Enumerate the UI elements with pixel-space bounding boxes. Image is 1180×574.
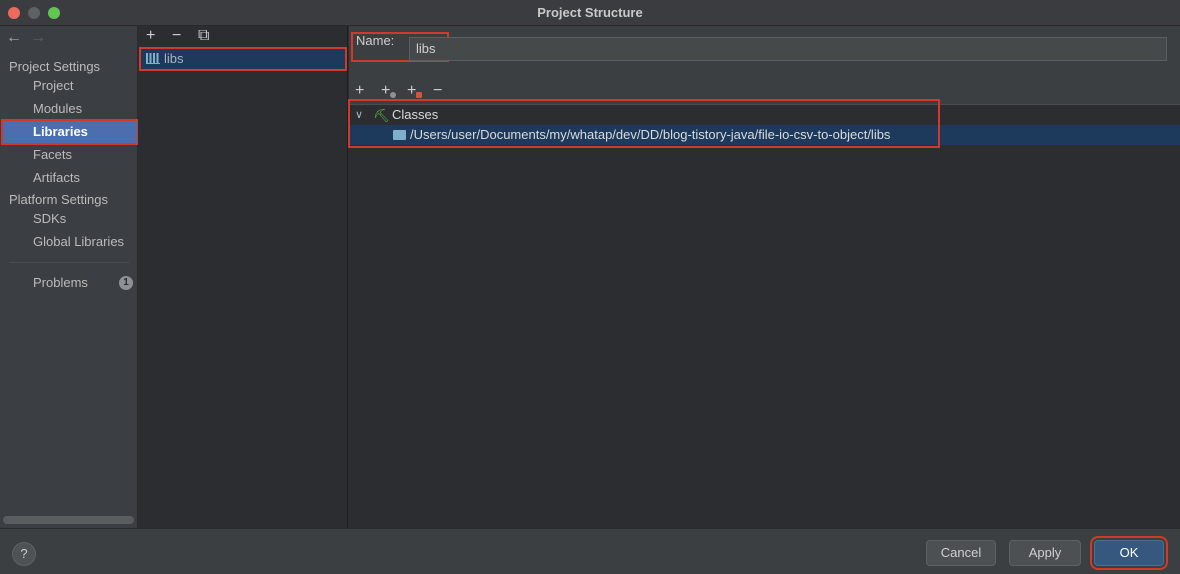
remove-root-icon[interactable]: − [433, 82, 459, 100]
cancel-button[interactable]: Cancel [926, 540, 996, 566]
sidebar: ← → Project Settings Project Modules Libr… [0, 26, 139, 528]
sidebar-scrollbar[interactable] [3, 516, 134, 524]
library-item-label: libs [164, 51, 184, 66]
copy-library-icon[interactable]: ⧉ [198, 27, 224, 45]
name-label: Name: [356, 33, 395, 48]
libraries-panel: + − ⧉ libs [138, 26, 348, 528]
classes-highlight [348, 99, 940, 148]
sidebar-divider [9, 262, 129, 263]
dialog-button-bar: ? Cancel Apply OK [0, 528, 1180, 574]
project-settings-header: Project Settings [9, 59, 101, 74]
name-field[interactable]: libs [409, 37, 1167, 61]
library-icon [146, 53, 160, 64]
add-jar-icon[interactable]: + [407, 82, 433, 100]
library-item-libs[interactable]: libs [139, 47, 347, 71]
libraries-toolbar: + − ⧉ [146, 27, 224, 45]
sidebar-item-libraries[interactable]: Libraries [1, 119, 139, 145]
problems-count-badge: 1 [119, 276, 133, 290]
apply-button[interactable]: Apply [1009, 540, 1081, 566]
classes-tree: ∨ ⛏ Classes /Users/user/Documents/my/wha… [349, 104, 1180, 528]
classes-toolbar: + + + − [355, 82, 459, 100]
add-root-icon[interactable]: + [355, 82, 381, 100]
add-library-icon[interactable]: + [146, 27, 172, 45]
ok-button[interactable]: OK [1090, 536, 1168, 570]
remove-library-icon[interactable]: − [172, 27, 198, 45]
sidebar-item-global-libraries[interactable]: Global Libraries [2, 230, 138, 254]
library-detail-panel: Name: libs + + + − ∨ ⛏ Classes /Users/user/… [348, 26, 1180, 528]
window-title: Project Structure [537, 5, 643, 20]
nav-arrows: ← → [6, 29, 54, 47]
sidebar-item-facets[interactable]: Facets [2, 143, 138, 167]
add-alternative-root-icon[interactable]: + [381, 82, 407, 100]
sidebar-item-modules[interactable]: Modules [2, 97, 138, 121]
back-arrow-icon[interactable]: ← [6, 29, 30, 47]
sidebar-item-artifacts[interactable]: Artifacts [2, 166, 138, 190]
forward-arrow-icon[interactable]: → [30, 29, 54, 47]
title-bar: Project Structure [0, 0, 1180, 26]
sidebar-item-sdks[interactable]: SDKs [2, 207, 138, 231]
problems-label: Problems [33, 275, 88, 290]
sidebar-item-project[interactable]: Project [2, 74, 138, 98]
platform-settings-header: Platform Settings [9, 192, 108, 207]
sidebar-item-problems[interactable]: Problems 1 [2, 271, 138, 295]
help-button[interactable]: ? [12, 542, 36, 566]
